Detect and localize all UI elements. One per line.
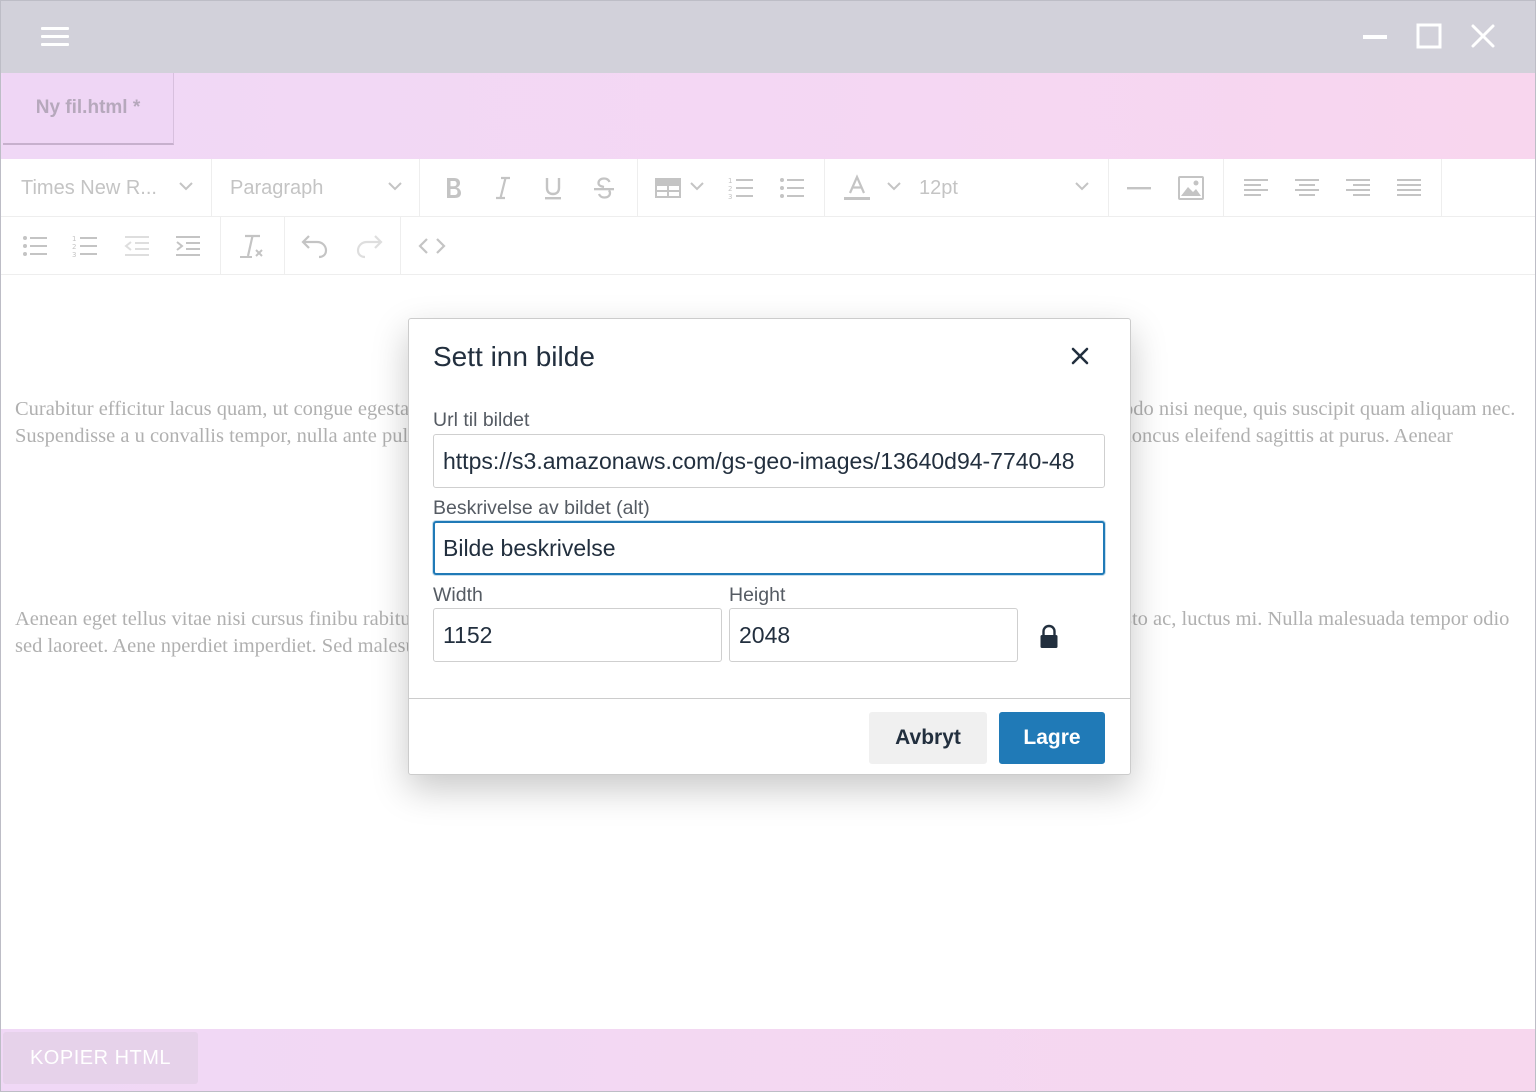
numbered-list-icon[interactable]: 123 (726, 173, 756, 203)
save-button[interactable]: Lagre (999, 712, 1105, 764)
svg-text:3: 3 (72, 251, 76, 259)
chevron-down-icon[interactable] (1075, 181, 1089, 191)
close-window-icon[interactable] (1463, 19, 1503, 55)
table-icon[interactable] (653, 173, 683, 203)
indent-icon[interactable] (173, 231, 203, 261)
close-icon[interactable] (1065, 341, 1095, 371)
redo-icon[interactable] (354, 231, 384, 261)
underline-icon[interactable] (538, 173, 568, 203)
undo-icon[interactable] (300, 231, 330, 261)
url-label: Url til bildet (433, 409, 530, 431)
format-group (420, 159, 638, 217)
clear-formatting-icon[interactable] (237, 231, 267, 261)
height-label: Height (729, 584, 786, 606)
width-input[interactable] (433, 608, 722, 662)
svg-text:3: 3 (728, 193, 732, 201)
chevron-down-icon (388, 181, 402, 191)
dialog-footer-divider (409, 698, 1130, 699)
font-family-select[interactable]: Times New R... (1, 159, 212, 217)
color-size-group: 12pt (825, 159, 1109, 217)
height-input[interactable] (729, 608, 1018, 662)
block-format-select[interactable]: Paragraph (212, 159, 420, 217)
image-icon[interactable] (1176, 173, 1206, 203)
menu-icon[interactable] (39, 25, 71, 49)
toolbar-row-2: 123 (1, 217, 1535, 275)
align-right-icon[interactable] (1343, 173, 1373, 203)
outdent-icon[interactable] (122, 231, 152, 261)
toolbar-row-1: Times New R... Paragraph 123 12pt (1, 159, 1535, 217)
insert-image-dialog: Sett inn bilde Url til bildet Beskrivels… (408, 318, 1131, 775)
dialog-title: Sett inn bilde (433, 341, 595, 372)
tab-file[interactable]: Ny fil.html * (3, 73, 174, 145)
tab-bar: Ny fil.html * (1, 73, 1535, 159)
svg-text:2: 2 (728, 185, 732, 193)
align-center-icon[interactable] (1292, 173, 1322, 203)
italic-icon[interactable] (488, 173, 518, 203)
font-family-value: Times New R... (21, 177, 157, 199)
align-left-icon[interactable] (1241, 173, 1271, 203)
tab-label: Ny fil.html * (35, 97, 141, 118)
svg-text:2: 2 (72, 243, 76, 251)
clear-group (221, 217, 285, 275)
chevron-down-icon[interactable] (690, 181, 704, 191)
cancel-button[interactable]: Avbryt (869, 712, 987, 764)
alt-label: Beskrivelse av bildet (alt) (433, 497, 650, 519)
alt-input[interactable] (433, 521, 1105, 575)
bullet-list-icon[interactable] (20, 231, 50, 261)
copy-html-button[interactable]: KOPIER HTML (3, 1032, 198, 1084)
source-code-icon[interactable] (417, 231, 447, 261)
horizontal-rule-icon[interactable] (1124, 173, 1154, 203)
indent-group: 123 (1, 217, 221, 275)
numbered-list-icon[interactable]: 123 (70, 231, 100, 261)
list-group: 123 (638, 159, 825, 217)
minimize-icon[interactable] (1355, 19, 1395, 55)
chevron-down-icon[interactable] (887, 181, 901, 191)
width-label: Width (433, 584, 483, 606)
app-window: Ny fil.html * Times New R... Paragraph 1… (0, 0, 1536, 1092)
align-group (1224, 159, 1442, 217)
bold-icon[interactable] (438, 173, 468, 203)
insert-group (1109, 159, 1224, 217)
svg-text:1: 1 (728, 177, 732, 185)
font-size-value[interactable]: 12pt (919, 177, 958, 200)
url-input[interactable] (433, 434, 1105, 488)
code-group (401, 217, 461, 275)
chevron-down-icon (179, 181, 193, 191)
block-format-value: Paragraph (230, 177, 324, 199)
lock-icon[interactable] (1037, 623, 1061, 651)
title-bar (1, 1, 1535, 73)
text-color-icon[interactable] (842, 173, 872, 203)
strikethrough-icon[interactable] (589, 173, 619, 203)
align-justify-icon[interactable] (1394, 173, 1424, 203)
bottom-bar: KOPIER HTML (1, 1029, 1535, 1091)
history-group (285, 217, 401, 275)
bullet-list-icon[interactable] (777, 173, 807, 203)
svg-text:1: 1 (72, 235, 76, 243)
maximize-icon[interactable] (1409, 19, 1449, 55)
